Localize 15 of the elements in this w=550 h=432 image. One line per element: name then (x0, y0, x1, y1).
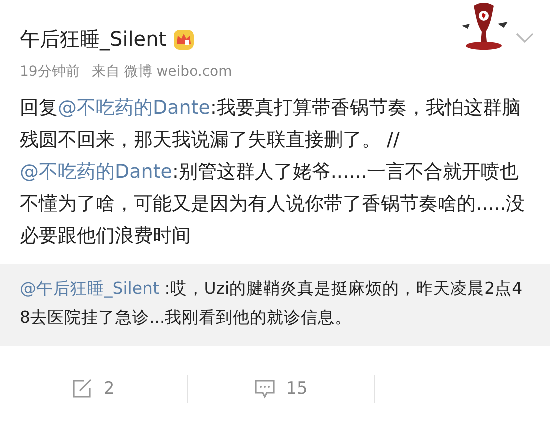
comment-icon (254, 379, 276, 399)
post-time: 19分钟前 (20, 63, 80, 81)
edit-icon (72, 379, 94, 399)
mention-link[interactable]: @午后狂睡_Silent (20, 279, 160, 298)
mention-link[interactable]: @不吃药的Dante (58, 97, 210, 119)
quoted-text: @午后狂睡_Silent :哎，Uzi的腱鞘炎真是挺麻烦的，昨天凌晨2点48去医院挂了急诊...我刚看到他的就诊信息。 (20, 278, 524, 329)
chevron-down-icon[interactable] (516, 32, 534, 44)
quoted-post[interactable]: @午后狂睡_Silent :哎，Uzi的腱鞘炎真是挺麻烦的，昨天凌晨2点48去医院挂了急诊...我刚看到他的就诊信息。 (0, 264, 550, 346)
crown-badge-icon (172, 28, 195, 50)
author-name[interactable]: 午后狂睡_Silent (20, 26, 167, 53)
mention-link[interactable]: @不吃药的Dante (20, 161, 172, 183)
repost-button[interactable]: 2 (0, 364, 187, 414)
comment-button[interactable]: 15 (188, 364, 374, 414)
post-text: 回复@不吃药的Dante:我要真打算带香锅节奏，我怕这群脑残圆不回来，那天我说漏了失联直接删了。 // @不吃药的Dante:别管这群人了姥爷......一言不合就开喷也不懂为了啥，可能又是因为有人说你带了香锅节奏啥的.....没必要跟他们浪费时间 (19, 96, 526, 249)
post-source: 来自 微博 weibo.com (92, 63, 232, 81)
